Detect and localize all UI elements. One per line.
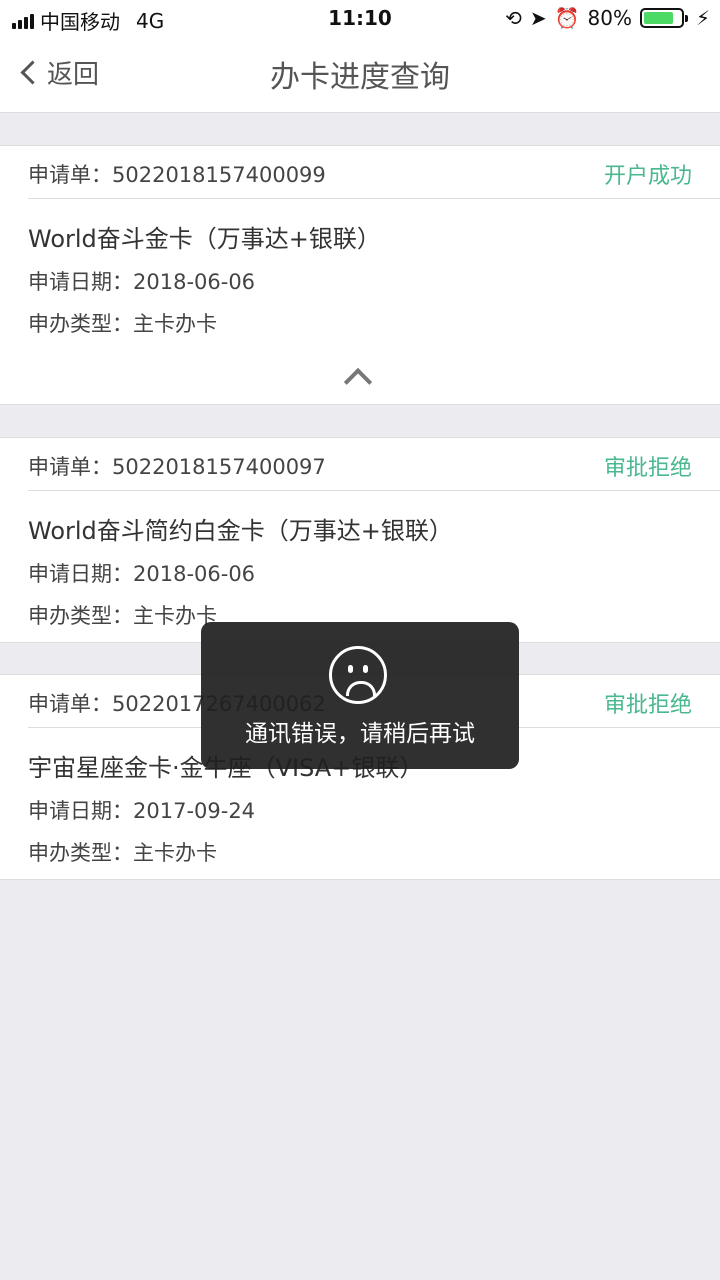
page-title: 办卡进度查询 bbox=[270, 60, 450, 95]
card-header: 申请单：5022018157400099 开户成功 bbox=[28, 146, 720, 199]
collapse-toggle[interactable] bbox=[0, 350, 720, 405]
error-toast: 通讯错误，请稍后再试 bbox=[201, 622, 519, 769]
battery-icon bbox=[639, 8, 688, 28]
application-date: 申请日期：2018-06-06 bbox=[28, 562, 256, 586]
status-bar-right: ⟲ ➤ ⏰ 80% ⚡ bbox=[505, 6, 710, 30]
navigation-bar: 返回 办卡进度查询 bbox=[0, 36, 720, 113]
orientation-lock-icon: ⟲ bbox=[505, 6, 522, 30]
location-icon: ➤ bbox=[529, 6, 547, 30]
alarm-icon: ⏰ bbox=[554, 6, 580, 30]
application-card[interactable]: 申请单：5022018157400099 开户成功 World奋斗金卡（万事达+… bbox=[0, 145, 720, 351]
application-date: 申请日期：2018-06-06 bbox=[28, 270, 256, 294]
application-type: 申办类型：主卡办卡 bbox=[28, 841, 217, 865]
card-name: World奋斗金卡（万事达+银联） bbox=[28, 225, 381, 253]
status-bar: 中国移动 4G 11:10 ⟲ ➤ ⏰ 80% ⚡ bbox=[0, 0, 720, 36]
sad-face-icon bbox=[329, 646, 387, 704]
card-body: World奋斗金卡（万事达+银联） 申请日期：2018-06-06 申办类型：主… bbox=[0, 199, 720, 366]
battery-percent: 80% bbox=[587, 6, 632, 30]
application-number: 申请单：5022018157400099 bbox=[28, 163, 326, 187]
application-number: 申请单：5022018157400097 bbox=[28, 455, 326, 479]
application-date: 申请日期：2017-09-24 bbox=[28, 799, 256, 823]
application-type: 申办类型：主卡办卡 bbox=[28, 312, 217, 336]
status-badge: 审批拒绝 bbox=[603, 693, 692, 718]
chevron-up-icon bbox=[343, 367, 373, 397]
status-badge: 审批拒绝 bbox=[603, 456, 692, 481]
application-card[interactable]: 申请单：5022018157400097 审批拒绝 World奋斗简约白金卡（万… bbox=[0, 437, 720, 643]
charging-icon: ⚡ bbox=[695, 6, 710, 30]
status-badge: 开户成功 bbox=[603, 164, 692, 189]
card-header: 申请单：5022018157400097 审批拒绝 bbox=[28, 438, 720, 491]
toast-message: 通讯错误，请稍后再试 bbox=[245, 721, 475, 747]
card-name: World奋斗简约白金卡（万事达+银联） bbox=[28, 517, 453, 545]
